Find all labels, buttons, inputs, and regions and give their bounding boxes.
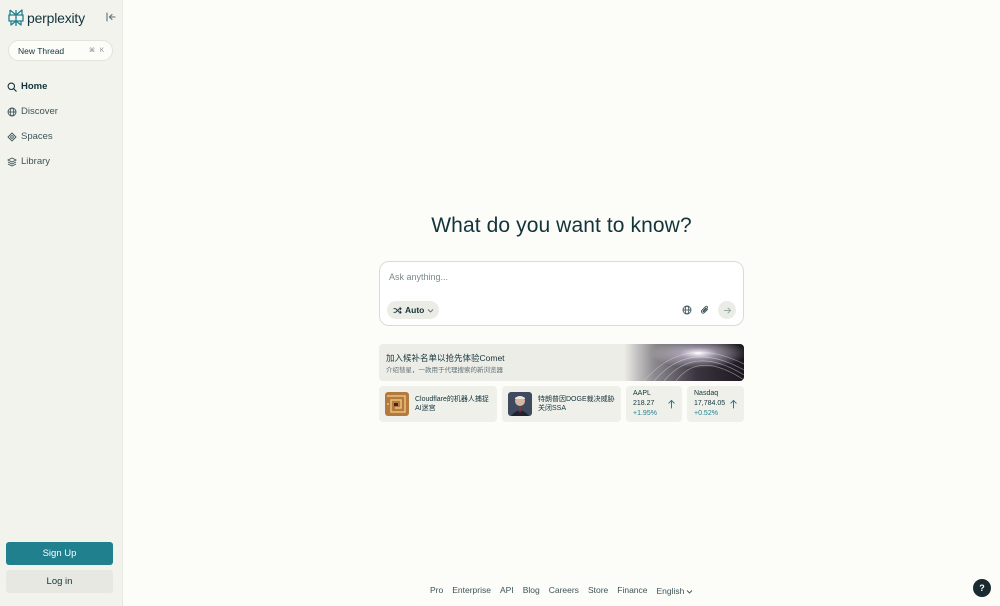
cmd-key: ⌘ [89,48,95,54]
sidebar: perplexity New Thread ⌘ K Home Discover [0,0,123,606]
stock-change: +0.52% [694,410,718,417]
footer-link-store[interactable]: Store [588,585,608,597]
sidebar-item-label: Spaces [21,131,53,142]
comet-image [624,344,744,381]
sidebar-item-spaces[interactable]: Spaces [7,124,115,149]
sidebar-item-library[interactable]: Library [7,149,115,174]
search-mode-button[interactable]: Auto [387,301,439,319]
stock-price: 218.27 [633,400,655,407]
sign-up-button[interactable]: Sign Up [6,542,113,565]
stock-symbol: AAPL [633,390,651,397]
news-thumbnail [508,392,532,416]
logo[interactable]: perplexity [8,9,118,27]
perplexity-logo-icon [8,9,24,26]
chevron-down-icon [428,308,434,313]
stock-card-aapl[interactable]: AAPL 218.27 +1.95% [626,386,682,422]
page-title: What do you want to know? [431,214,692,237]
news-thumbnail [385,392,409,416]
submit-button[interactable] [718,301,736,319]
stock-symbol: Nasdaq [694,390,719,397]
arrow-up-icon [730,399,737,409]
search-input[interactable] [389,270,709,284]
comet-banner[interactable]: 加入候补名单以抢先体验Comet 介绍彗星，一款用于代理搜索的新浏览器 [379,344,744,381]
search-icon [7,82,17,92]
sidebar-item-home[interactable]: Home [7,74,115,99]
new-thread-label: New Thread [18,45,65,56]
logo-text: perplexity [27,10,85,26]
help-button[interactable]: ? [973,579,991,597]
sidebar-item-discover[interactable]: Discover [7,99,115,124]
footer-link-blog[interactable]: Blog [523,585,540,597]
maze-image [385,392,409,416]
sidebar-item-label: Home [21,81,48,92]
news-headline: 特朗普因DOGE裁决威胁关闭SSA [538,396,615,412]
footer-link-api[interactable]: API [500,585,514,597]
sidebar-nav: Home Discover Spaces Library [7,74,115,174]
shortcut-hint: ⌘ K [88,46,106,55]
footer-links: Pro Enterprise API Blog Careers Store Fi… [430,585,702,597]
footer-link-enterprise[interactable]: Enterprise [452,585,491,597]
arrow-right-icon [723,307,731,313]
log-in-button[interactable]: Log in [6,570,113,593]
chevron-down-icon [687,589,693,594]
language-selector[interactable]: English [657,585,694,597]
banner-subtitle: 介绍彗星，一款用于代理搜索的新浏览器 [386,367,503,374]
stock-card-nasdaq[interactable]: Nasdaq 17,784.05 +0.52% [687,386,744,422]
sidebar-item-label: Library [21,156,51,167]
banner-title: 加入候补名单以抢先体验Comet [386,353,505,363]
library-icon [7,156,17,167]
news-headline: Cloudflare的机器人捕捉AI迷宫 [415,396,489,412]
stock-price: 17,784.05 [694,400,726,407]
paperclip-icon[interactable] [700,305,710,315]
shuffle-icon [393,306,402,314]
stock-change: +1.95% [633,410,657,417]
footer-link-careers[interactable]: Careers [549,585,579,597]
footer-link-finance[interactable]: Finance [617,585,647,597]
footer-link-pro[interactable]: Pro [430,585,443,597]
search-box: Auto [379,261,744,326]
globe-icon [7,107,17,116]
globe-icon[interactable] [682,305,692,315]
news-card[interactable]: 特朗普因DOGE裁决威胁关闭SSA [502,386,621,422]
news-card[interactable]: Cloudflare的机器人捕捉AI迷宫 [379,386,497,422]
spaces-icon [7,131,17,142]
sidebar-item-label: Discover [21,106,58,117]
k-key: K [99,47,104,54]
collapse-sidebar-icon[interactable] [105,11,117,23]
arrow-up-icon [668,399,675,409]
language-label: English [656,586,685,596]
new-thread-button[interactable]: New Thread ⌘ K [8,40,113,61]
portrait-image [508,392,532,416]
search-mode-label: Auto [405,305,425,315]
